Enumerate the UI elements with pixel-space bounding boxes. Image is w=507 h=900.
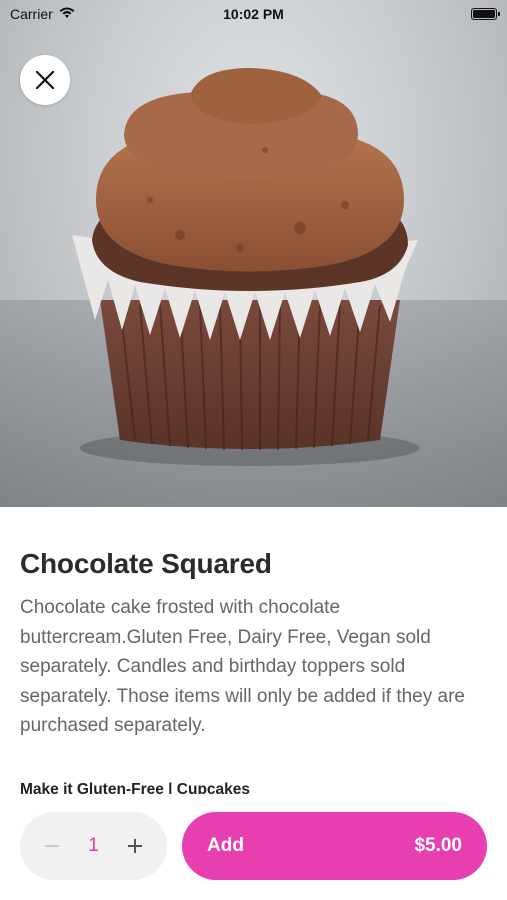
add-to-cart-button[interactable]: Add $5.00 — [182, 812, 487, 880]
carrier-label: Carrier — [10, 6, 53, 22]
decrease-quantity-button[interactable] — [40, 834, 64, 858]
status-left: Carrier — [10, 6, 75, 22]
status-bar: Carrier 10:02 PM — [0, 0, 507, 28]
plus-icon — [127, 839, 142, 853]
battery-icon — [471, 8, 500, 20]
minus-icon — [45, 845, 59, 847]
increase-quantity-button[interactable] — [123, 834, 147, 858]
quantity-stepper: 1 — [20, 812, 167, 880]
product-description: Chocolate cake frosted with chocolate bu… — [20, 597, 465, 736]
options-section-title: Make it Gluten-Free | Cupcakes — [20, 781, 251, 794]
battery-fill — [473, 10, 495, 18]
close-icon — [35, 70, 55, 90]
status-time: 10:02 PM — [223, 6, 284, 22]
product-image — [0, 0, 507, 507]
product-title: Chocolate Squared — [20, 548, 272, 579]
cupcake-illustration — [72, 68, 420, 466]
quantity-value: 1 — [88, 835, 99, 856]
price-label: $5.00 — [414, 835, 462, 856]
bottom-action-bar: 1 Add $5.00 — [0, 795, 507, 900]
product-details: Chocolate Squared Chocolate cake frosted… — [20, 545, 487, 741]
add-label: Add — [207, 835, 244, 856]
wifi-icon — [59, 6, 75, 22]
close-button[interactable] — [20, 55, 70, 105]
